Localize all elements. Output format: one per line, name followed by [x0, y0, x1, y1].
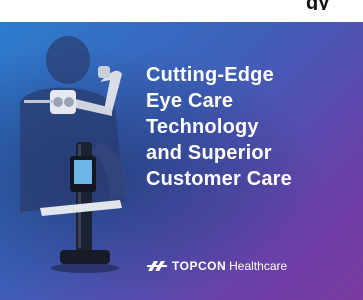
device-rod [24, 100, 54, 103]
cropped-text: gy [300, 0, 363, 10]
topcon-logo-mark-icon [147, 261, 167, 271]
device-lens-right [64, 97, 74, 107]
brand-name: TOPCON [172, 259, 227, 273]
brand-suffix: Healthcare [229, 259, 288, 273]
headline-line: Eye Care [146, 90, 234, 112]
cropped-text-fragment: gy [306, 0, 329, 10]
device-base [60, 250, 110, 264]
headline-line: Cutting-Edge [146, 64, 274, 86]
device-lens-left [53, 97, 63, 107]
headline: Cutting-Edge Eye Care Technology and Sup… [146, 62, 356, 192]
device-base-shadow [51, 263, 119, 273]
headline-line: Customer Care [146, 168, 292, 190]
device-display-screen [74, 160, 92, 184]
top-strip: gy [0, 0, 363, 22]
headline-line: and Superior [146, 142, 272, 164]
eye-exam-equipment-illustration [20, 36, 129, 273]
person-head [46, 36, 90, 84]
headline-line: Technology [146, 116, 259, 138]
topcon-healthcare-logo[interactable]: TOPCON Healthcare [146, 256, 287, 276]
device-arm-joint [98, 66, 110, 78]
advertisement-banner[interactable]: gy Cutting-Edge Eye Care Technology [0, 0, 363, 300]
